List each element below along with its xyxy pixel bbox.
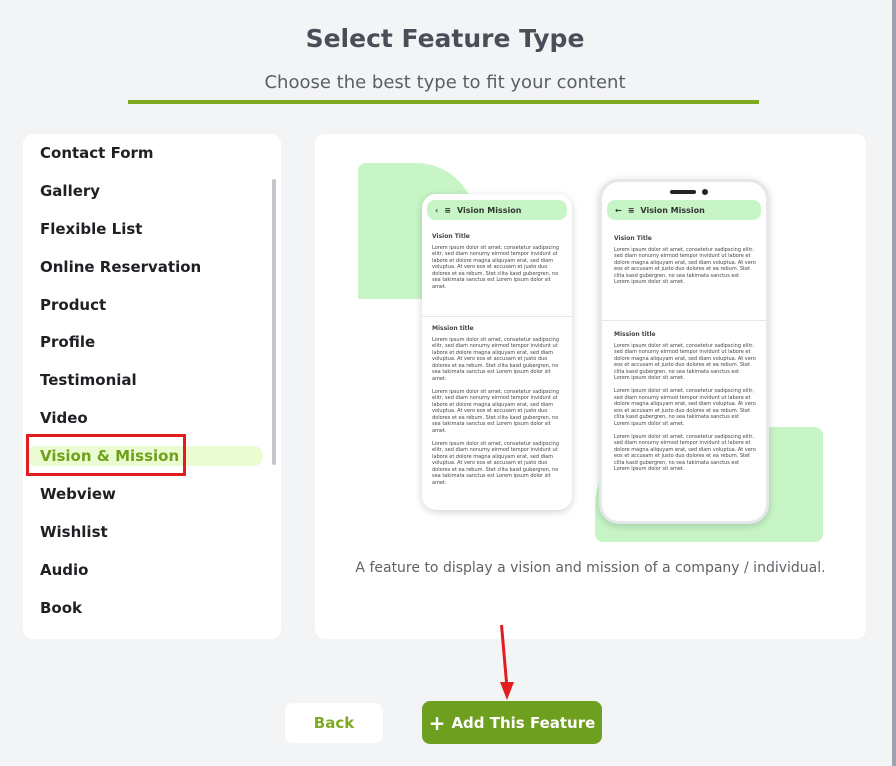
vision-section-right: Vision Title Lorem ipsum dolor sit amet,… <box>614 235 756 286</box>
page-subtitle: Choose the best type to fit your content <box>264 72 626 93</box>
feature-item-product[interactable]: Product <box>40 294 106 316</box>
phone-mockup-right: ← ≡ Vision Mission Vision Title Lorem ip… <box>599 179 769 524</box>
feature-item-video[interactable]: Video <box>40 407 88 429</box>
mission-section-right: Mission title Lorem ipsum dolor sit amet… <box>614 331 756 473</box>
feature-item-wishlist[interactable]: Wishlist <box>40 521 108 543</box>
selection-annotation-box <box>26 434 186 476</box>
feature-item-flexible-list[interactable]: Flexible List <box>40 218 142 240</box>
section-divider <box>602 320 766 321</box>
phone-header-left: ‹ ≡ Vision Mission <box>427 200 567 220</box>
window-edge <box>892 0 896 766</box>
vision-text-left: Lorem ipsum dolor sit amet, consetetur s… <box>432 244 560 290</box>
feature-item-gallery[interactable]: Gallery <box>40 180 100 202</box>
back-arrow-icon: ← <box>615 205 622 215</box>
menu-icon: ≡ <box>627 205 635 215</box>
feature-item-profile[interactable]: Profile <box>40 331 95 353</box>
phone-title-left: Vision Mission <box>457 205 522 215</box>
feature-type-list[interactable]: Contact Form Gallery Flexible List Onlin… <box>23 134 281 639</box>
mission-text-right-2: Lorem ipsum dolor sit amet, consetetur s… <box>614 388 756 427</box>
title-divider <box>128 100 759 104</box>
back-button[interactable]: Back <box>285 703 383 743</box>
mission-text-left-3: Lorem ipsum dolor sit amet, consetetur s… <box>432 440 560 486</box>
page-title: Select Feature Type <box>305 24 585 53</box>
feature-item-contact-form[interactable]: Contact Form <box>40 142 154 164</box>
mission-text-right-3: Lorem ipsum dolor sit amet, consetetur s… <box>614 433 756 473</box>
feature-item-testimonial[interactable]: Testimonial <box>40 369 137 391</box>
mission-heading-left: Mission title <box>432 325 474 332</box>
mission-text-right: Lorem ipsum dolor sit amet, consetetur s… <box>614 342 756 382</box>
mission-heading-right: Mission title <box>614 331 656 338</box>
vision-section-left: Vision Title Lorem ipsum dolor sit amet,… <box>432 233 564 290</box>
vision-heading-right: Vision Title <box>614 235 652 242</box>
mission-section-left: Mission title Lorem ipsum dolor sit amet… <box>432 325 564 486</box>
feature-description: A feature to display a vision and missio… <box>355 560 826 576</box>
phone-title-right: Vision Mission <box>640 205 705 215</box>
mission-text-left: Lorem ipsum dolor sit amet, consetetur s… <box>432 336 560 382</box>
add-feature-button[interactable]: + Add This Feature <box>422 701 602 744</box>
phone-speaker <box>670 190 696 194</box>
add-feature-label: Add This Feature <box>451 713 596 732</box>
vision-heading-left: Vision Title <box>432 233 470 240</box>
annotation-arrow-head <box>500 682 514 700</box>
mission-text-left-2: Lorem ipsum dolor sit amet, consetetur s… <box>432 388 560 434</box>
feature-preview-panel: ‹ ≡ Vision Mission Vision Title Lorem ip… <box>315 134 866 639</box>
section-divider <box>422 316 572 317</box>
feature-item-online-reservation[interactable]: Online Reservation <box>40 256 201 278</box>
phone-camera <box>702 189 708 195</box>
feature-item-audio[interactable]: Audio <box>40 559 88 581</box>
feature-item-webview[interactable]: Webview <box>40 483 116 505</box>
phone-mockup-left: ‹ ≡ Vision Mission Vision Title Lorem ip… <box>422 194 572 510</box>
back-arrow-icon: ‹ <box>435 205 439 215</box>
vision-text-right: Lorem ipsum dolor sit amet, consetetur s… <box>614 246 756 286</box>
phone-header-right: ← ≡ Vision Mission <box>607 200 761 220</box>
plus-icon: + <box>428 710 446 735</box>
list-scrollbar[interactable] <box>272 179 276 465</box>
feature-item-book[interactable]: Book <box>40 597 82 619</box>
menu-icon: ≡ <box>444 205 451 215</box>
